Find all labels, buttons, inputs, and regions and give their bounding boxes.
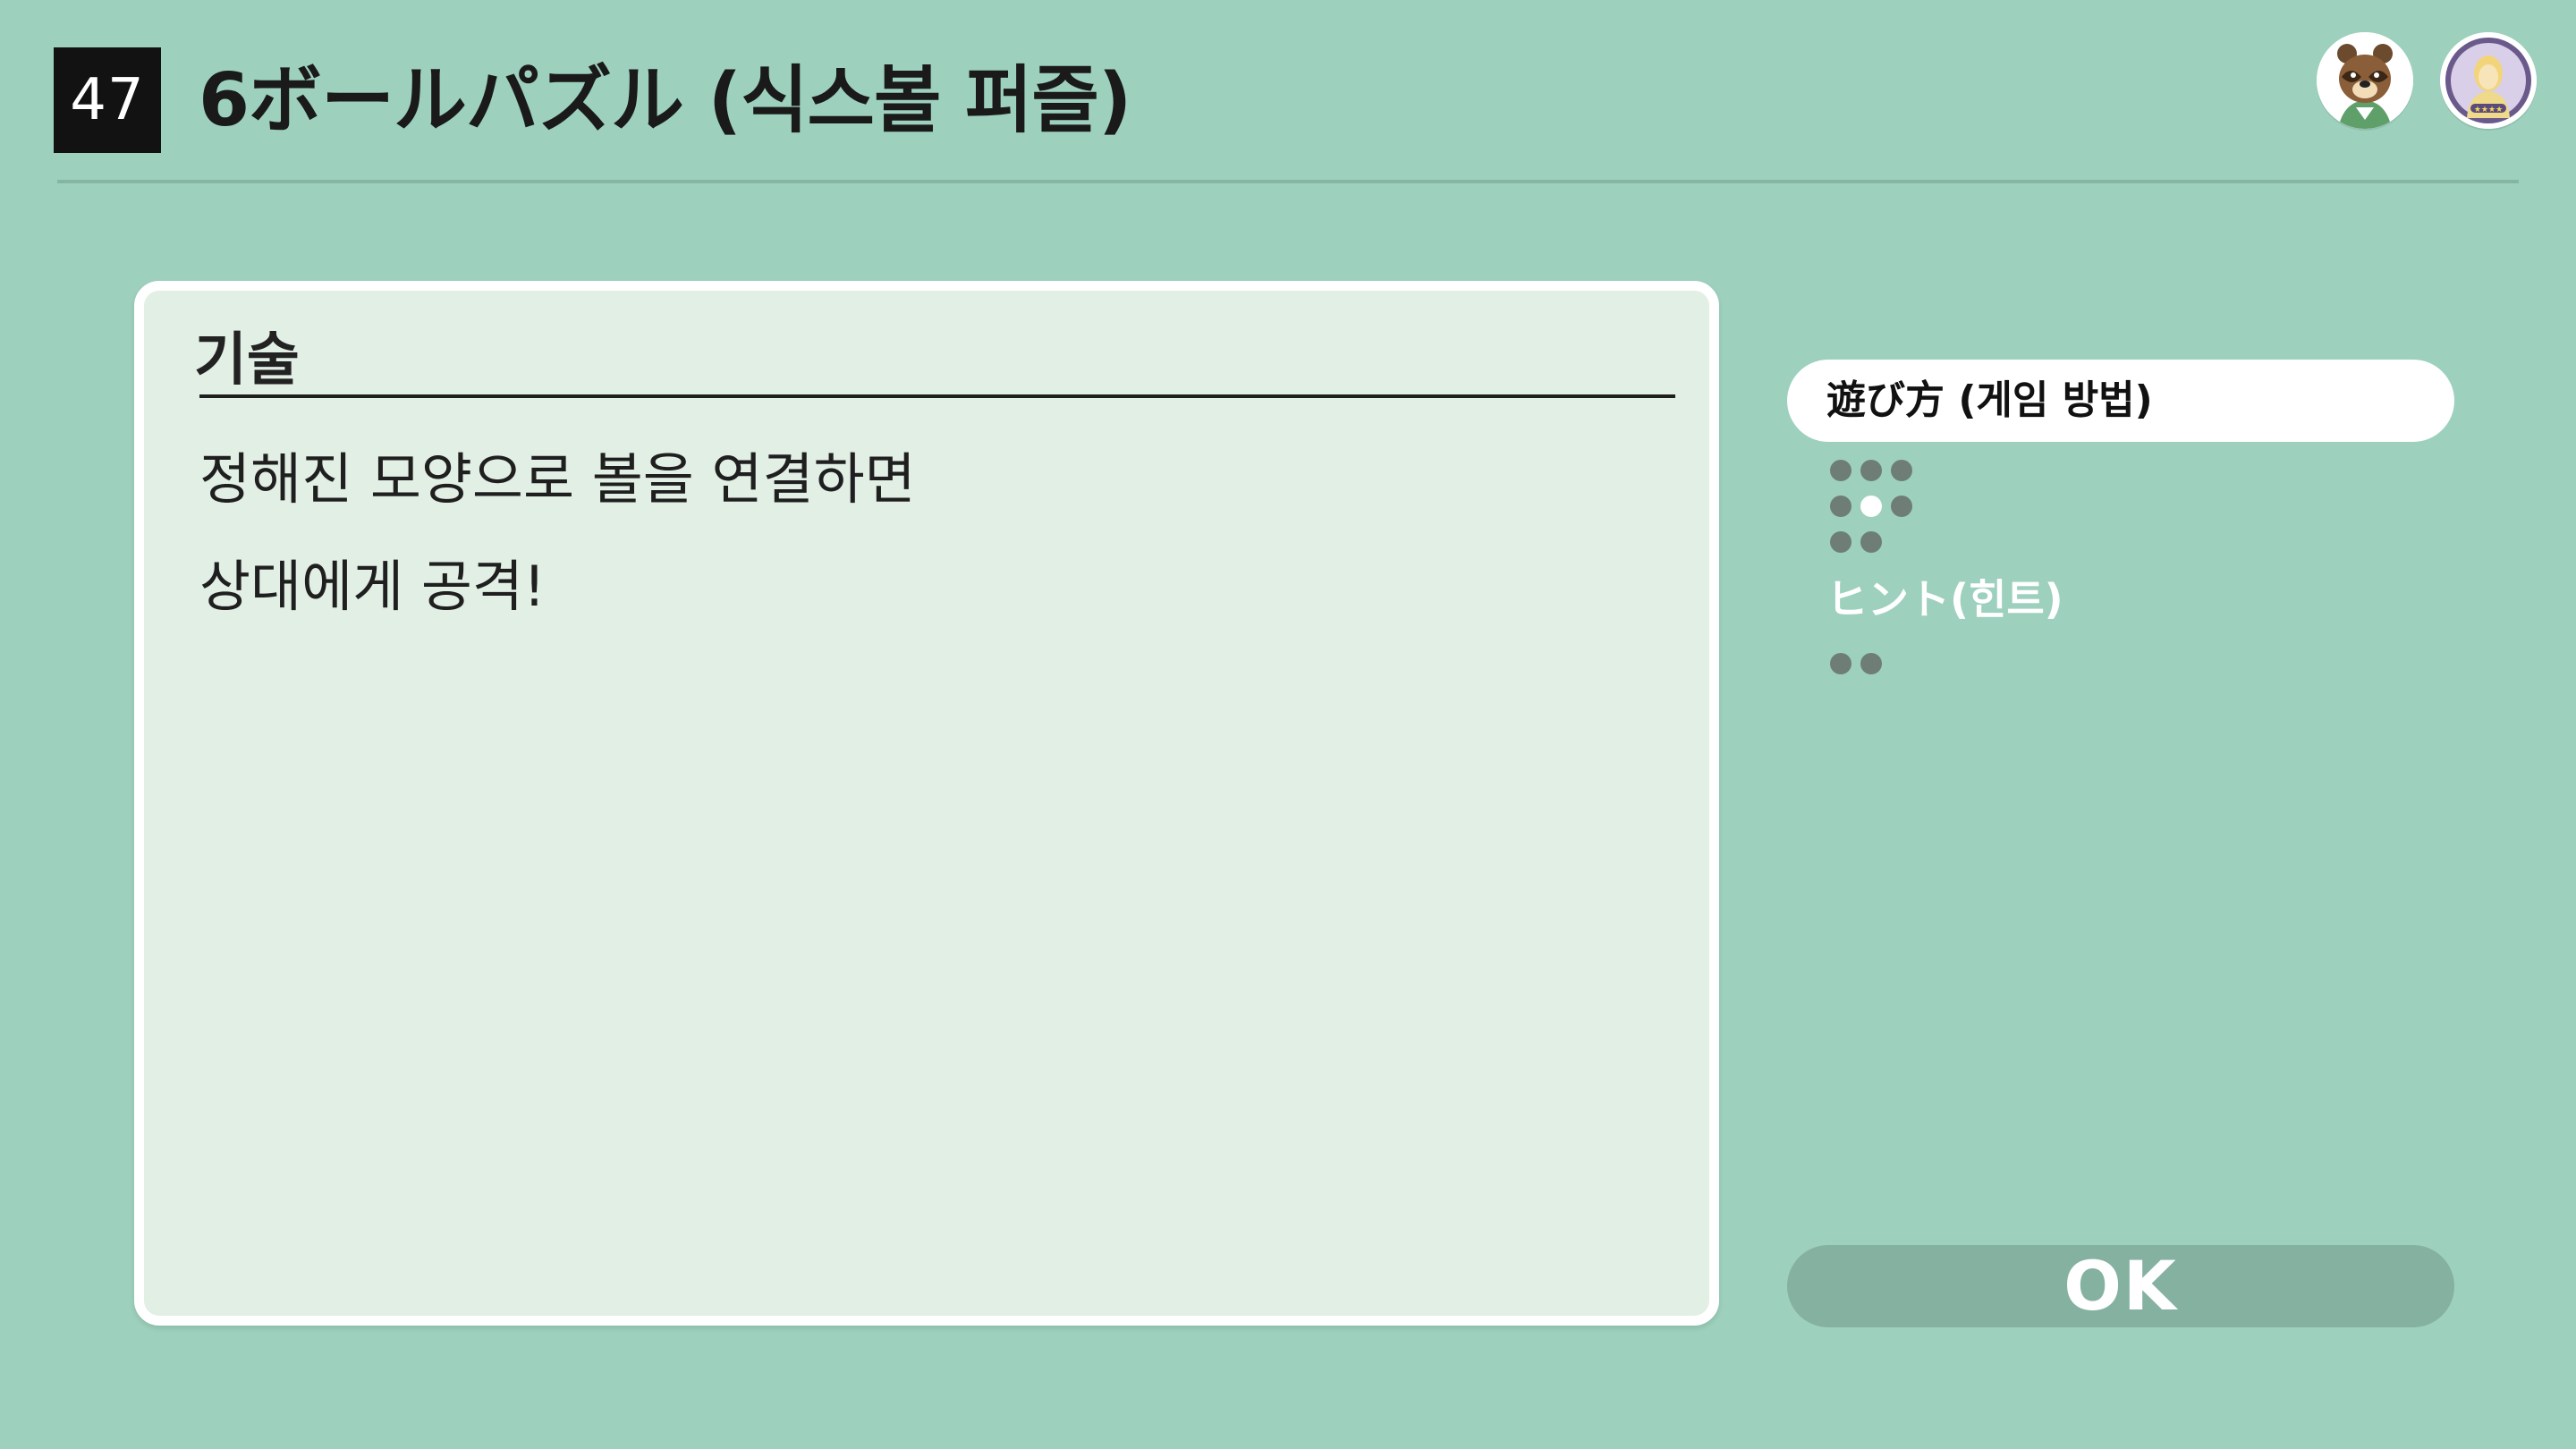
page-dot: [1891, 496, 1912, 517]
page-dot: [1830, 496, 1852, 517]
page-dot: [1830, 653, 1852, 674]
description-line: 상대에게 공격!: [199, 554, 546, 619]
ok-button[interactable]: OK: [1787, 1245, 2454, 1327]
page-dot-current: [1860, 496, 1882, 517]
description-heading: 기술: [194, 327, 300, 394]
tom-nook-avatar-icon[interactable]: [2317, 32, 2413, 129]
description-line: 정해진 모양으로 볼을 연결하면: [199, 446, 916, 512]
hint-page-indicator: [1830, 653, 1893, 689]
page-dot: [1860, 653, 1882, 674]
game-number-badge: 47: [54, 47, 161, 153]
header-divider: [57, 180, 2519, 183]
tab-hint[interactable]: ヒント(힌트): [1826, 567, 2063, 626]
page-dot: [1830, 531, 1852, 553]
tab-how-to-play[interactable]: 遊び方 (게임 방법): [1787, 360, 2454, 442]
page-dot: [1860, 460, 1882, 481]
how-to-play-page-indicator: [1830, 460, 1946, 567]
svg-text:★★★★: ★★★★: [2474, 106, 2503, 114]
description-panel: 기술 정해진 모양으로 볼을 연결하면 상대에게 공격!: [134, 281, 1719, 1326]
page-dot: [1891, 460, 1912, 481]
page-dot: [1860, 531, 1882, 553]
page-dot: [1830, 460, 1852, 481]
player-avatar-icon[interactable]: ★★★★: [2440, 32, 2537, 129]
heading-underline: [199, 394, 1675, 398]
header-bar: 47 6ボールパズル (식스볼 퍼즐) ★★★★: [0, 0, 2576, 188]
game-title: 6ボールパズル (식스볼 퍼즐): [199, 58, 1131, 143]
